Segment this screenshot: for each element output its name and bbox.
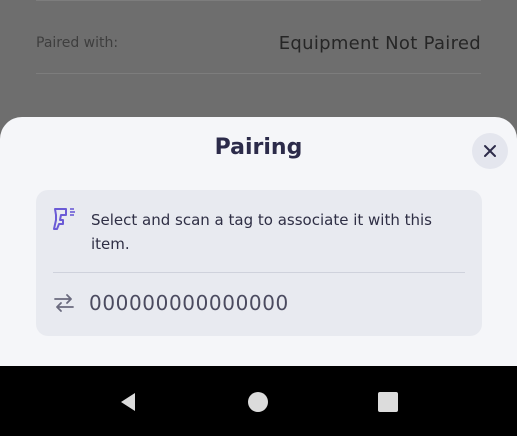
close-button[interactable] [472,133,508,169]
home-button[interactable] [246,390,270,414]
back-button[interactable] [116,390,140,414]
divider [53,272,465,273]
divider [36,0,481,1]
tag-id-value: 000000000000000 [89,291,289,315]
scanner-gun-icon [53,208,75,230]
recents-button[interactable] [376,390,400,414]
close-icon [484,145,496,157]
divider [36,73,481,74]
scan-instruction-card: Select and scan a tag to associate it wi… [36,190,482,336]
paired-with-row: Paired with: Equipment Not Paired [36,28,481,58]
swap-arrows-icon [54,294,74,312]
system-navigation-bar [0,366,517,436]
scan-instruction-text: Select and scan a tag to associate it wi… [91,211,432,253]
recents-square-icon [378,392,398,412]
dialog-title: Pairing [214,135,303,160]
home-circle-icon [248,392,268,412]
back-triangle-icon [121,393,135,411]
paired-with-label: Paired with: [36,35,119,51]
paired-with-value: Equipment Not Paired [278,32,481,54]
